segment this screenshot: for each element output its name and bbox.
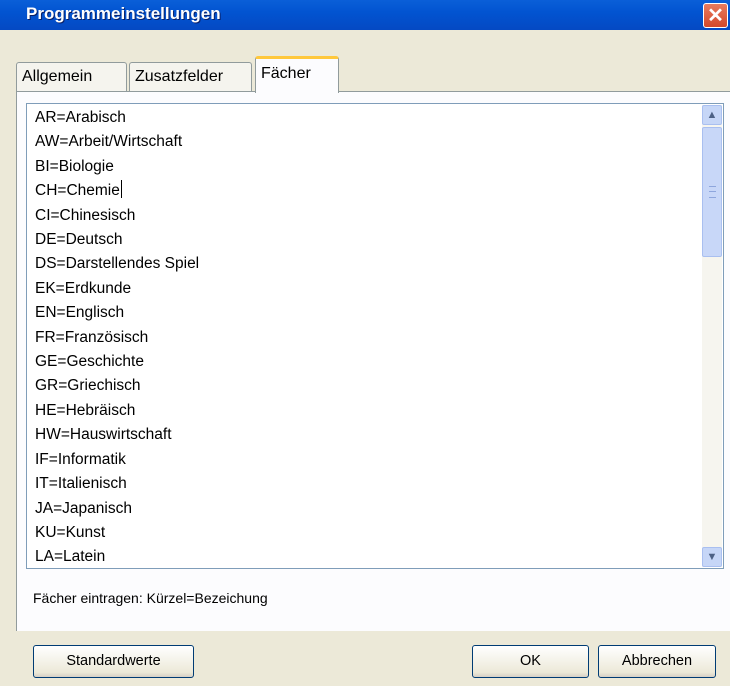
subject-line-with-caret: CH=Chemie xyxy=(35,179,199,203)
tab-allgemein[interactable]: Allgemein xyxy=(16,62,127,91)
subject-line: FR=Französisch xyxy=(35,328,149,346)
subject-line: LA=Latein xyxy=(35,548,106,566)
subject-line: AR=Arabisch xyxy=(35,109,126,126)
subject-line: HW=Hauswirtschaft xyxy=(35,426,172,444)
vertical-scrollbar[interactable]: ▲ ▼ xyxy=(702,105,722,567)
subject-line: IF=Informatik xyxy=(35,450,126,468)
subject-line: CI=Chinesisch xyxy=(35,206,136,224)
subjects-list: AR=Arabisch AW=Arbeit/Wirtschaft BI=Biol… xyxy=(35,106,199,570)
grip-icon xyxy=(709,186,716,198)
subject-line: DS=Darstellendes Spiel xyxy=(35,255,200,273)
close-button[interactable]: ✕ xyxy=(703,3,728,28)
title-bar[interactable]: Programmeinstellungen ✕ xyxy=(0,0,730,30)
hint-text: Fächer eintragen: Kürzel=Bezeichung xyxy=(33,590,268,606)
defaults-button[interactable]: Standardwerte xyxy=(33,645,194,678)
subject-line: IT=Italienisch xyxy=(35,475,127,493)
scroll-down-button[interactable]: ▼ xyxy=(702,547,722,567)
subject-line: DE=Deutsch xyxy=(35,231,123,249)
scrollbar-thumb[interactable] xyxy=(702,127,722,257)
ok-button[interactable]: OK xyxy=(472,645,589,678)
subject-line: KU=Kunst xyxy=(35,523,106,541)
tab-zusatzfelder[interactable]: Zusatzfelder xyxy=(129,62,252,91)
subject-line: GE=Geschichte xyxy=(35,353,144,371)
window-title: Programmeinstellungen xyxy=(26,4,221,23)
subject-line: EN=Englisch xyxy=(35,304,125,322)
subject-line: AW=Arbeit/Wirtschaft xyxy=(35,133,183,151)
tab-faecher[interactable]: Fächer xyxy=(255,56,339,93)
subject-line: CH=Chemie xyxy=(35,182,120,200)
close-icon: ✕ xyxy=(707,5,724,27)
subjects-textarea[interactable]: AR=Arabisch AW=Arbeit/Wirtschaft BI=Biol… xyxy=(26,103,724,569)
subject-line: EK=Erdkunde xyxy=(35,279,132,297)
subject-line: JA=Japanisch xyxy=(35,499,132,517)
subject-line: GR=Griechisch xyxy=(35,377,141,395)
subject-line: BI=Biologie xyxy=(35,157,114,175)
chevron-up-icon: ▲ xyxy=(706,109,718,121)
subject-line: HE=Hebräisch xyxy=(35,401,136,419)
text-caret xyxy=(120,180,122,199)
window-frame-left xyxy=(0,30,16,686)
scroll-up-button[interactable]: ▲ xyxy=(702,105,722,125)
cancel-button[interactable]: Abbrechen xyxy=(598,645,716,678)
chevron-down-icon: ▼ xyxy=(706,551,718,563)
